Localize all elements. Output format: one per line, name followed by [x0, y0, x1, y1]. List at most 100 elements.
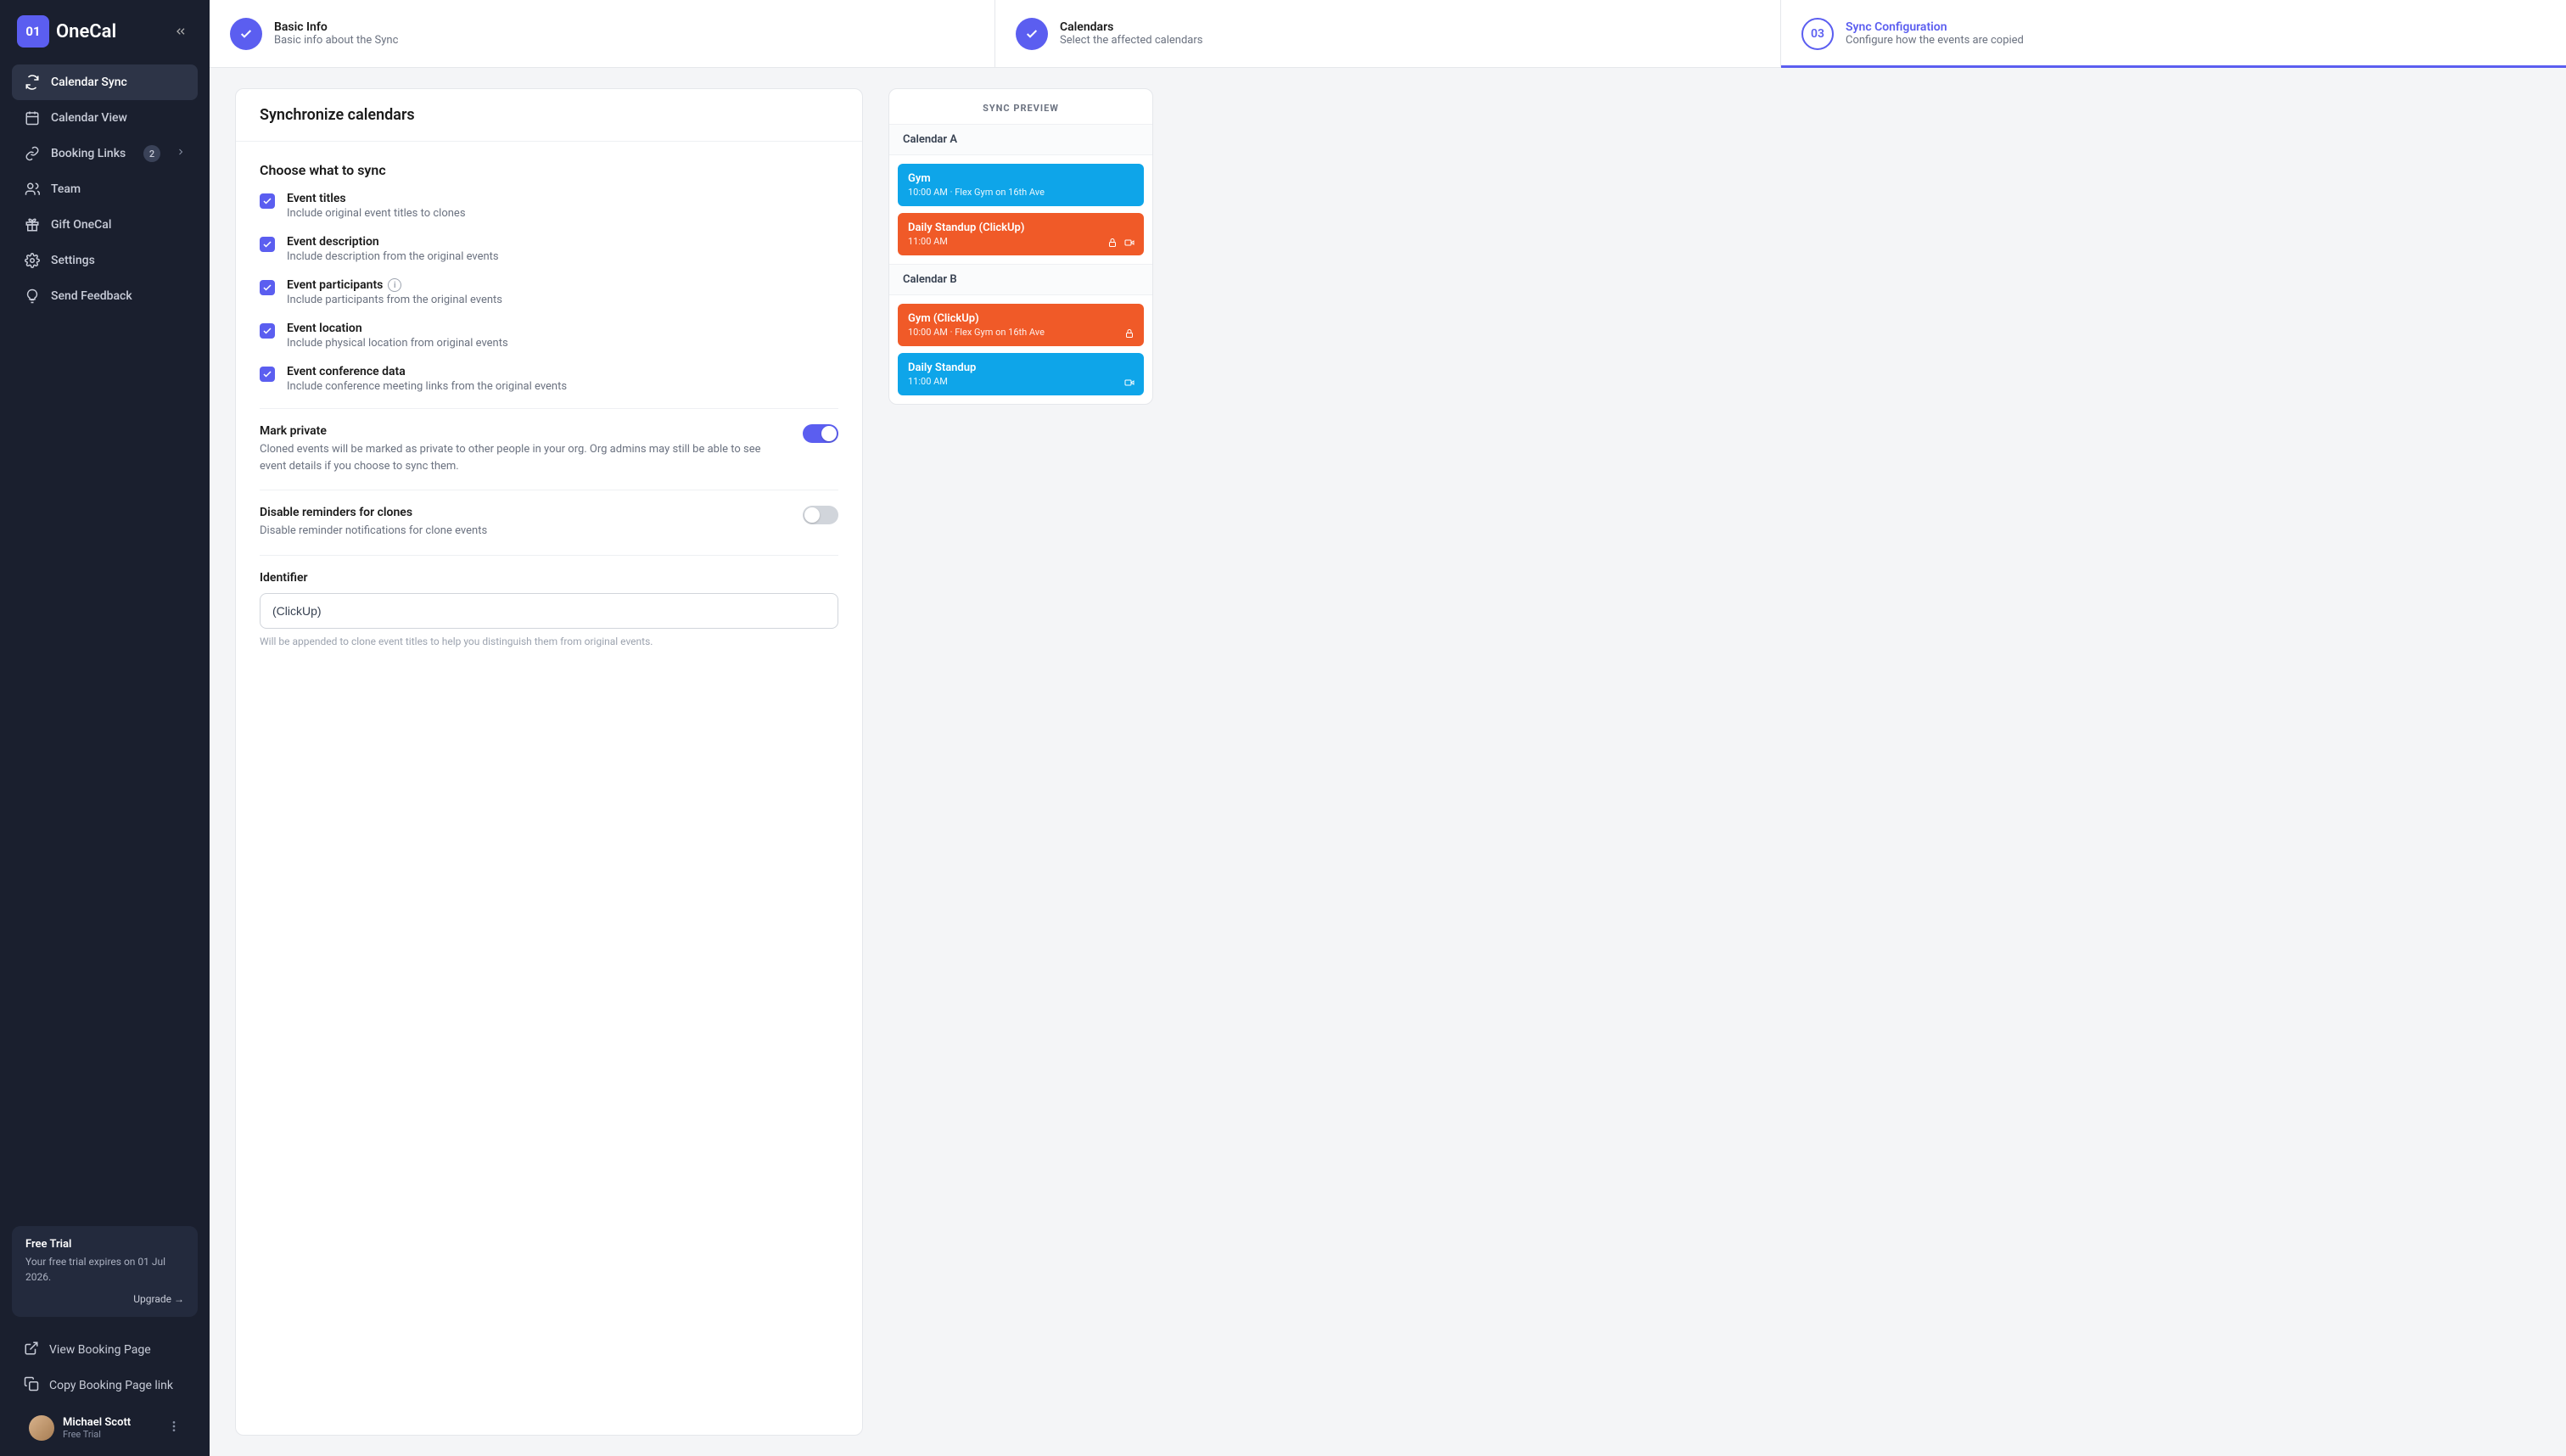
sidebar-item-calendar-sync[interactable]: Calendar Sync [12, 64, 198, 100]
copy-booking-page-link[interactable]: Copy Booking Page link [12, 1368, 198, 1403]
main: Basic Info Basic info about the Sync Cal… [210, 0, 2566, 1456]
logo[interactable]: 01 OneCal [17, 15, 116, 48]
sidebar-item-calendar-view[interactable]: Calendar View [12, 100, 198, 136]
check-sub: Include physical location from original … [287, 337, 508, 350]
identifier-label: Identifier [260, 571, 838, 585]
step-title: Sync Configuration [1846, 20, 2024, 34]
step-calendars[interactable]: Calendars Select the affected calendars [995, 0, 1781, 67]
identifier-input[interactable] [260, 593, 838, 629]
check-event-location: Event location Include physical location… [260, 322, 838, 350]
link-icon [24, 145, 41, 162]
sidebar-item-feedback[interactable]: Send Feedback [12, 278, 198, 314]
step-sub: Select the affected calendars [1060, 34, 1202, 47]
sidebar-item-gift[interactable]: Gift OneCal [12, 207, 198, 243]
event-sub: 10:00 AM · Flex Gym on 16th Ave [908, 327, 1134, 338]
nav-label: Settings [51, 254, 95, 267]
lock-icon [1123, 328, 1135, 339]
event-card: Gym (ClickUp) 10:00 AM · Flex Gym on 16t… [898, 304, 1144, 346]
event-title: Daily Standup (ClickUp) [908, 221, 1134, 234]
trial-box: Free Trial Your free trial expires on 01… [12, 1226, 198, 1317]
step-title: Calendars [1060, 20, 1202, 34]
mark-private-row: Mark private Cloned events will be marke… [260, 424, 838, 474]
lock-icon [1107, 237, 1118, 249]
check-label: Event description [287, 235, 499, 249]
toggle-sub: Cloned events will be marked as private … [260, 441, 786, 474]
cal-b-heading: Calendar B [889, 264, 1152, 295]
check-label: Event location [287, 322, 508, 335]
choose-title: Choose what to sync [260, 162, 838, 178]
logo-icon: 01 [17, 15, 49, 48]
nav-label: Send Feedback [51, 289, 132, 303]
card-heading: Synchronize calendars [236, 89, 862, 142]
check-sub: Include description from the original ev… [287, 250, 499, 263]
check-sub: Include participants from the original e… [287, 294, 502, 306]
link-label: Copy Booking Page link [49, 1379, 173, 1392]
check-sub: Include conference meeting links from th… [287, 380, 567, 393]
external-icon [24, 1341, 39, 1359]
sidebar-item-team[interactable]: Team [12, 171, 198, 207]
mark-private-toggle[interactable] [803, 424, 838, 443]
event-title: Gym (ClickUp) [908, 312, 1134, 325]
event-sub: 11:00 AM [908, 376, 1134, 387]
preview-heading: SYNC PREVIEW [889, 89, 1152, 124]
gear-icon [24, 252, 41, 269]
check-label: Event participantsi [287, 278, 502, 292]
upgrade-link[interactable]: Upgrade → [25, 1293, 184, 1305]
checkbox[interactable] [260, 323, 275, 339]
step-sub: Configure how the events are copied [1846, 34, 2024, 47]
nav: Calendar Sync Calendar View Booking Link… [0, 64, 210, 314]
sync-icon [24, 74, 41, 91]
step-sync-config[interactable]: 03 Sync Configuration Configure how the … [1781, 0, 2566, 67]
check-event-participants: Event participantsi Include participants… [260, 278, 838, 306]
preview-card: SYNC PREVIEW Calendar A Gym 10:00 AM · F… [888, 88, 1153, 405]
view-booking-page-link[interactable]: View Booking Page [12, 1332, 198, 1368]
event-title: Gym [908, 172, 1134, 185]
video-icon [1123, 377, 1135, 389]
step-number: 03 [1801, 18, 1834, 50]
sidebar-item-booking-links[interactable]: Booking Links 2 [12, 136, 198, 171]
event-card: Daily Standup (ClickUp) 11:00 AM [898, 213, 1144, 255]
event-title: Daily Standup [908, 361, 1134, 374]
nav-label: Booking Links [51, 147, 126, 160]
user-menu-button[interactable] [167, 1420, 181, 1436]
step-basic-info[interactable]: Basic Info Basic info about the Sync [210, 0, 995, 67]
checkbox[interactable] [260, 280, 275, 295]
checkbox[interactable] [260, 367, 275, 382]
sync-card: Synchronize calendars Choose what to syn… [235, 88, 863, 1436]
check-icon [230, 18, 262, 50]
sidebar: 01 OneCal Calendar Sync Calendar View Bo… [0, 0, 210, 1456]
step-title: Basic Info [274, 20, 398, 34]
check-event-titles: Event titles Include original event titl… [260, 192, 838, 220]
avatar[interactable] [29, 1415, 54, 1441]
calendar-icon [24, 109, 41, 126]
sidebar-item-settings[interactable]: Settings [12, 243, 198, 278]
stepper: Basic Info Basic info about the Sync Cal… [210, 0, 2566, 68]
nav-label: Team [51, 182, 81, 196]
team-icon [24, 181, 41, 198]
checkbox[interactable] [260, 193, 275, 209]
user-name: Michael Scott [63, 1416, 131, 1429]
check-label: Event titles [287, 192, 466, 205]
event-sub: 11:00 AM [908, 236, 1134, 247]
trial-sub: Your free trial expires on 01 Jul 2026. [25, 1254, 184, 1285]
identifier-hint: Will be appended to clone event titles t… [260, 636, 838, 647]
cal-a-heading: Calendar A [889, 124, 1152, 155]
logo-text: OneCal [56, 21, 116, 42]
link-label: View Booking Page [49, 1343, 151, 1357]
collapse-sidebar-button[interactable] [169, 20, 193, 43]
user-row: Michael Scott Free Trial [12, 1403, 198, 1441]
step-sub: Basic info about the Sync [274, 34, 398, 47]
nav-label: Calendar View [51, 111, 127, 125]
event-sub: 10:00 AM · Flex Gym on 16th Ave [908, 187, 1134, 198]
check-event-description: Event description Include description fr… [260, 235, 838, 263]
gift-icon [24, 216, 41, 233]
disable-reminders-toggle[interactable] [803, 506, 838, 524]
info-icon[interactable]: i [388, 278, 401, 292]
check-event-conference: Event conference data Include conference… [260, 365, 838, 393]
badge: 2 [143, 145, 160, 162]
user-plan: Free Trial [63, 1429, 131, 1440]
event-card: Gym 10:00 AM · Flex Gym on 16th Ave [898, 164, 1144, 206]
bulb-icon [24, 288, 41, 305]
check-icon [1016, 18, 1048, 50]
checkbox[interactable] [260, 237, 275, 252]
